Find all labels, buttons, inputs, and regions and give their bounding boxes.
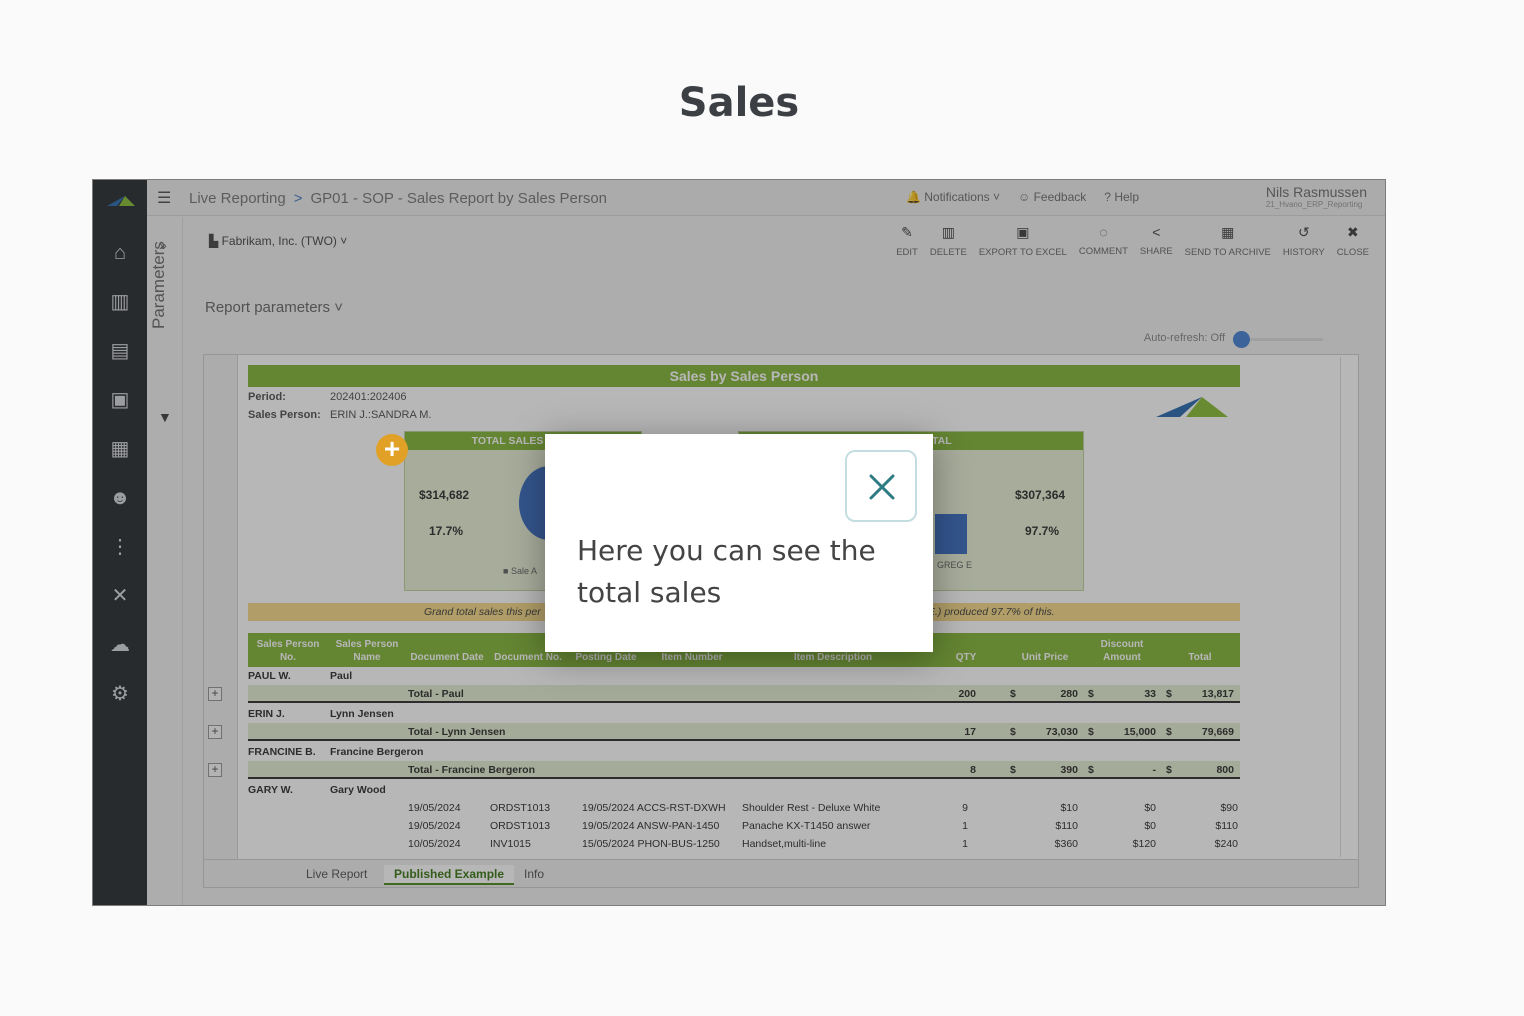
close-icon xyxy=(869,474,895,500)
close-popup-button[interactable] xyxy=(845,450,917,522)
tour-popup: Here you can see the total sales xyxy=(545,434,933,652)
page-title: Sales xyxy=(678,80,800,126)
plus-icon[interactable]: + xyxy=(376,434,408,466)
popup-message: Here you can see the total sales xyxy=(577,534,876,609)
